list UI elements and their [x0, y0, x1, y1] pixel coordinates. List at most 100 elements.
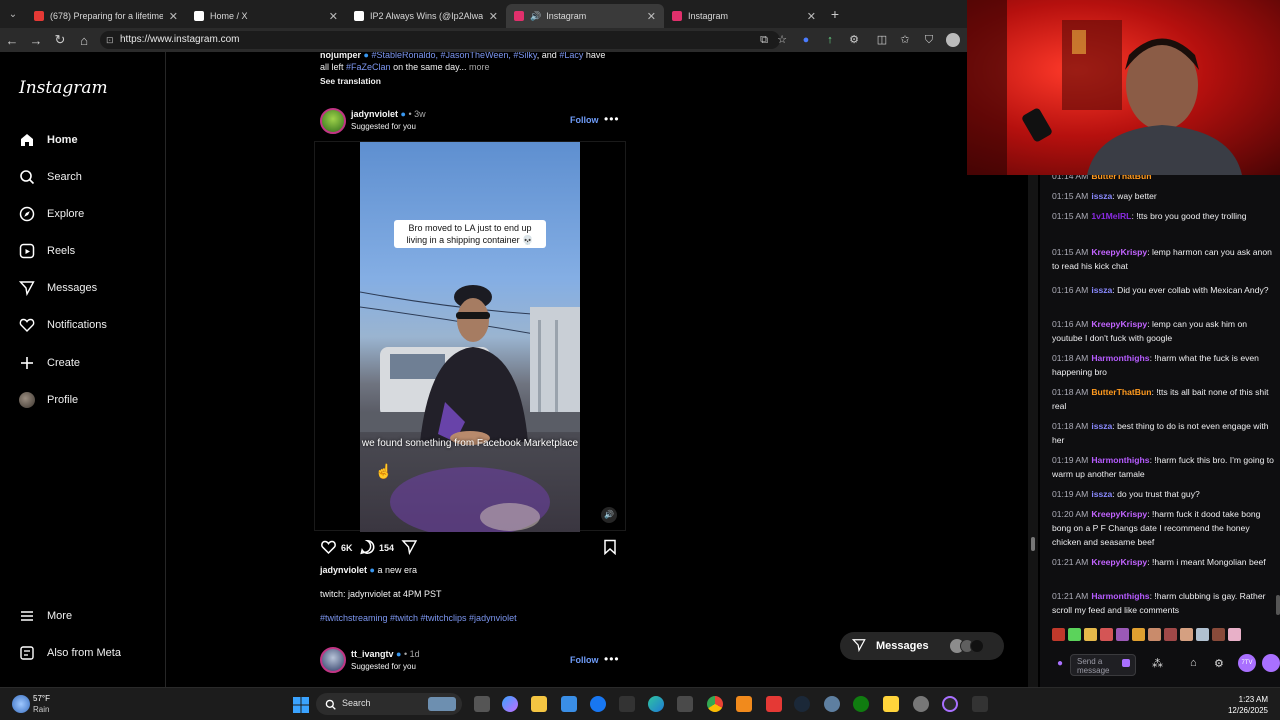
next-post-username[interactable]: tt_ivangtv — [351, 649, 394, 659]
file-explorer-icon[interactable] — [531, 696, 547, 712]
chrome-icon[interactable] — [707, 696, 723, 712]
chat-username[interactable]: ButterThatBun — [1091, 387, 1151, 397]
mic-icon[interactable]: ● — [1057, 658, 1063, 669]
site-info-icon[interactable]: ⊡ — [106, 31, 114, 49]
close-icon[interactable]: ✕ — [329, 10, 338, 23]
chat-username[interactable]: KreepyKrispy — [1091, 247, 1147, 257]
shield-icon[interactable]: ⛉ — [922, 33, 936, 47]
close-icon[interactable]: ✕ — [807, 10, 816, 23]
post-username[interactable]: jadynviolet — [351, 109, 398, 119]
vlc-icon[interactable] — [736, 696, 752, 712]
caption-hashtags[interactable]: #twitchstreaming #twitch #twitchclips #j… — [320, 613, 517, 623]
tab-instagram-active[interactable]: 🔊 Instagram ✕ — [506, 4, 664, 28]
terminal-icon[interactable] — [972, 696, 988, 712]
home-icon[interactable]: ⌂ — [72, 33, 96, 48]
instagram-logo[interactable]: Instagram — [19, 78, 108, 98]
tab-x-profile[interactable]: IP2 Always Wins (@Ip2AlwaysWin ✕ — [346, 4, 506, 28]
nav-home[interactable]: Home — [18, 130, 78, 150]
weather-icon[interactable] — [12, 695, 30, 713]
extensions-icon[interactable]: ⚙ — [847, 33, 861, 47]
nav-more[interactable]: More — [18, 606, 72, 626]
new-tab-button[interactable]: + — [824, 6, 846, 22]
split-screen-icon[interactable]: ◫ — [875, 33, 889, 47]
tab-youtube[interactable]: (678) Preparing for a lifetime of lo ✕ — [26, 4, 186, 28]
chat-scrollbar[interactable] — [1276, 595, 1280, 615]
taskbar-search-box[interactable]: Search — [316, 693, 462, 715]
more-options-icon[interactable]: ••• — [604, 652, 620, 666]
back-icon[interactable]: ← — [0, 33, 24, 48]
close-icon[interactable]: ✕ — [169, 10, 178, 23]
chat-username[interactable]: issza — [1091, 489, 1112, 499]
weather-temp[interactable]: 57°F — [33, 694, 50, 703]
copilot-icon[interactable] — [502, 696, 518, 712]
next-follow-button[interactable]: Follow — [570, 655, 599, 665]
close-icon[interactable]: ✕ — [489, 10, 498, 23]
extensions-icon[interactable]: ⁂ — [1152, 657, 1163, 670]
emote-picker-icon[interactable] — [1122, 659, 1130, 667]
speaker-icon[interactable]: 🔊 — [530, 11, 541, 22]
chat-username[interactable]: Harmonthighs — [1091, 455, 1149, 465]
chat-username[interactable]: issza — [1091, 285, 1112, 295]
nav-create[interactable]: Create — [18, 353, 80, 373]
comment-icon[interactable] — [359, 539, 376, 560]
extension-icon[interactable]: ● — [799, 33, 813, 47]
chat-username[interactable]: Harmonthighs — [1091, 353, 1149, 363]
favorite-star-icon[interactable]: ☆ — [775, 33, 789, 47]
nav-search[interactable]: Search — [18, 167, 82, 187]
save-bookmark-icon[interactable] — [603, 539, 617, 560]
hashtag-link[interactable]: #Lacy — [559, 52, 583, 60]
reel-video-player[interactable]: Bro moved to LA just to end up living in… — [314, 141, 626, 532]
chat-username[interactable]: KreepyKrispy — [1091, 319, 1147, 329]
nav-reels[interactable]: Reels — [18, 241, 75, 261]
gif-icon[interactable] — [1262, 654, 1280, 672]
chat-username[interactable]: Harmonthighs — [1091, 591, 1149, 601]
tab-instagram[interactable]: Instagram ✕ — [664, 4, 824, 28]
steam-icon[interactable] — [794, 696, 810, 712]
favorites-icon[interactable]: ✩ — [898, 33, 912, 47]
post-author-avatar[interactable] — [320, 108, 346, 134]
forward-icon[interactable]: → — [24, 33, 48, 48]
taskbar-clock[interactable]: 1:23 AM 12/26/2025 — [1200, 694, 1268, 716]
amazon-icon[interactable] — [619, 696, 635, 712]
nav-also-from-meta[interactable]: Also from Meta — [18, 643, 121, 663]
more-options-icon[interactable]: ••• — [604, 112, 620, 126]
share-icon[interactable] — [401, 539, 418, 560]
chat-username[interactable]: ButterThatBun — [1091, 175, 1151, 181]
nav-profile[interactable]: Profile — [18, 390, 78, 410]
nav-explore[interactable]: Explore — [18, 204, 84, 224]
settings-icon[interactable]: ⚙ — [1214, 657, 1224, 670]
mute-toggle-icon[interactable]: 🔊 — [601, 507, 617, 523]
close-icon[interactable]: ✕ — [647, 10, 656, 23]
edge-icon[interactable] — [648, 696, 664, 712]
chat-username[interactable]: issza — [1091, 421, 1112, 431]
store-icon[interactable] — [561, 696, 577, 712]
windows-start-icon[interactable] — [293, 697, 309, 718]
refresh-icon[interactable]: ↻ — [48, 32, 72, 48]
facebook-icon[interactable] — [590, 696, 606, 712]
nav-notifications[interactable]: Notifications — [18, 315, 107, 335]
gift-icon[interactable]: ⌂ — [1190, 657, 1197, 669]
scrollbar-thumb[interactable] — [1031, 537, 1035, 551]
previous-post-username[interactable]: nojumper — [320, 52, 361, 60]
obs-icon[interactable] — [942, 696, 958, 712]
hashtag-link[interactable]: #FaZeClan — [346, 62, 391, 72]
notes-icon[interactable] — [883, 696, 899, 712]
caption-username[interactable]: jadynviolet — [320, 565, 367, 575]
like-icon[interactable] — [320, 539, 337, 560]
chat-username[interactable]: 1v1MeIRL — [1091, 211, 1131, 221]
more-link[interactable]: more — [469, 62, 490, 72]
nav-messages[interactable]: Messages — [18, 278, 97, 298]
7tv-icon[interactable]: 7TV — [1238, 654, 1256, 672]
follow-button[interactable]: Follow — [570, 115, 599, 125]
url-field[interactable]: ⊡ https://www.instagram.com — [100, 31, 780, 49]
calculator-icon[interactable] — [677, 696, 693, 712]
open-in-app-icon[interactable]: ⧉ — [757, 33, 771, 47]
hashtag-link[interactable]: #StableRonaldo, #JasonTheWeen, #Silky — [371, 52, 536, 60]
chat-username[interactable]: issza — [1091, 191, 1112, 201]
next-post-avatar[interactable] — [320, 647, 346, 673]
tab-x-home[interactable]: Home / X ✕ — [186, 4, 346, 28]
settings-gear-icon[interactable] — [824, 696, 840, 712]
profile-avatar[interactable] — [946, 33, 960, 47]
chat-username[interactable]: KreepyKrispy — [1091, 509, 1147, 519]
app-icon[interactable] — [913, 696, 929, 712]
